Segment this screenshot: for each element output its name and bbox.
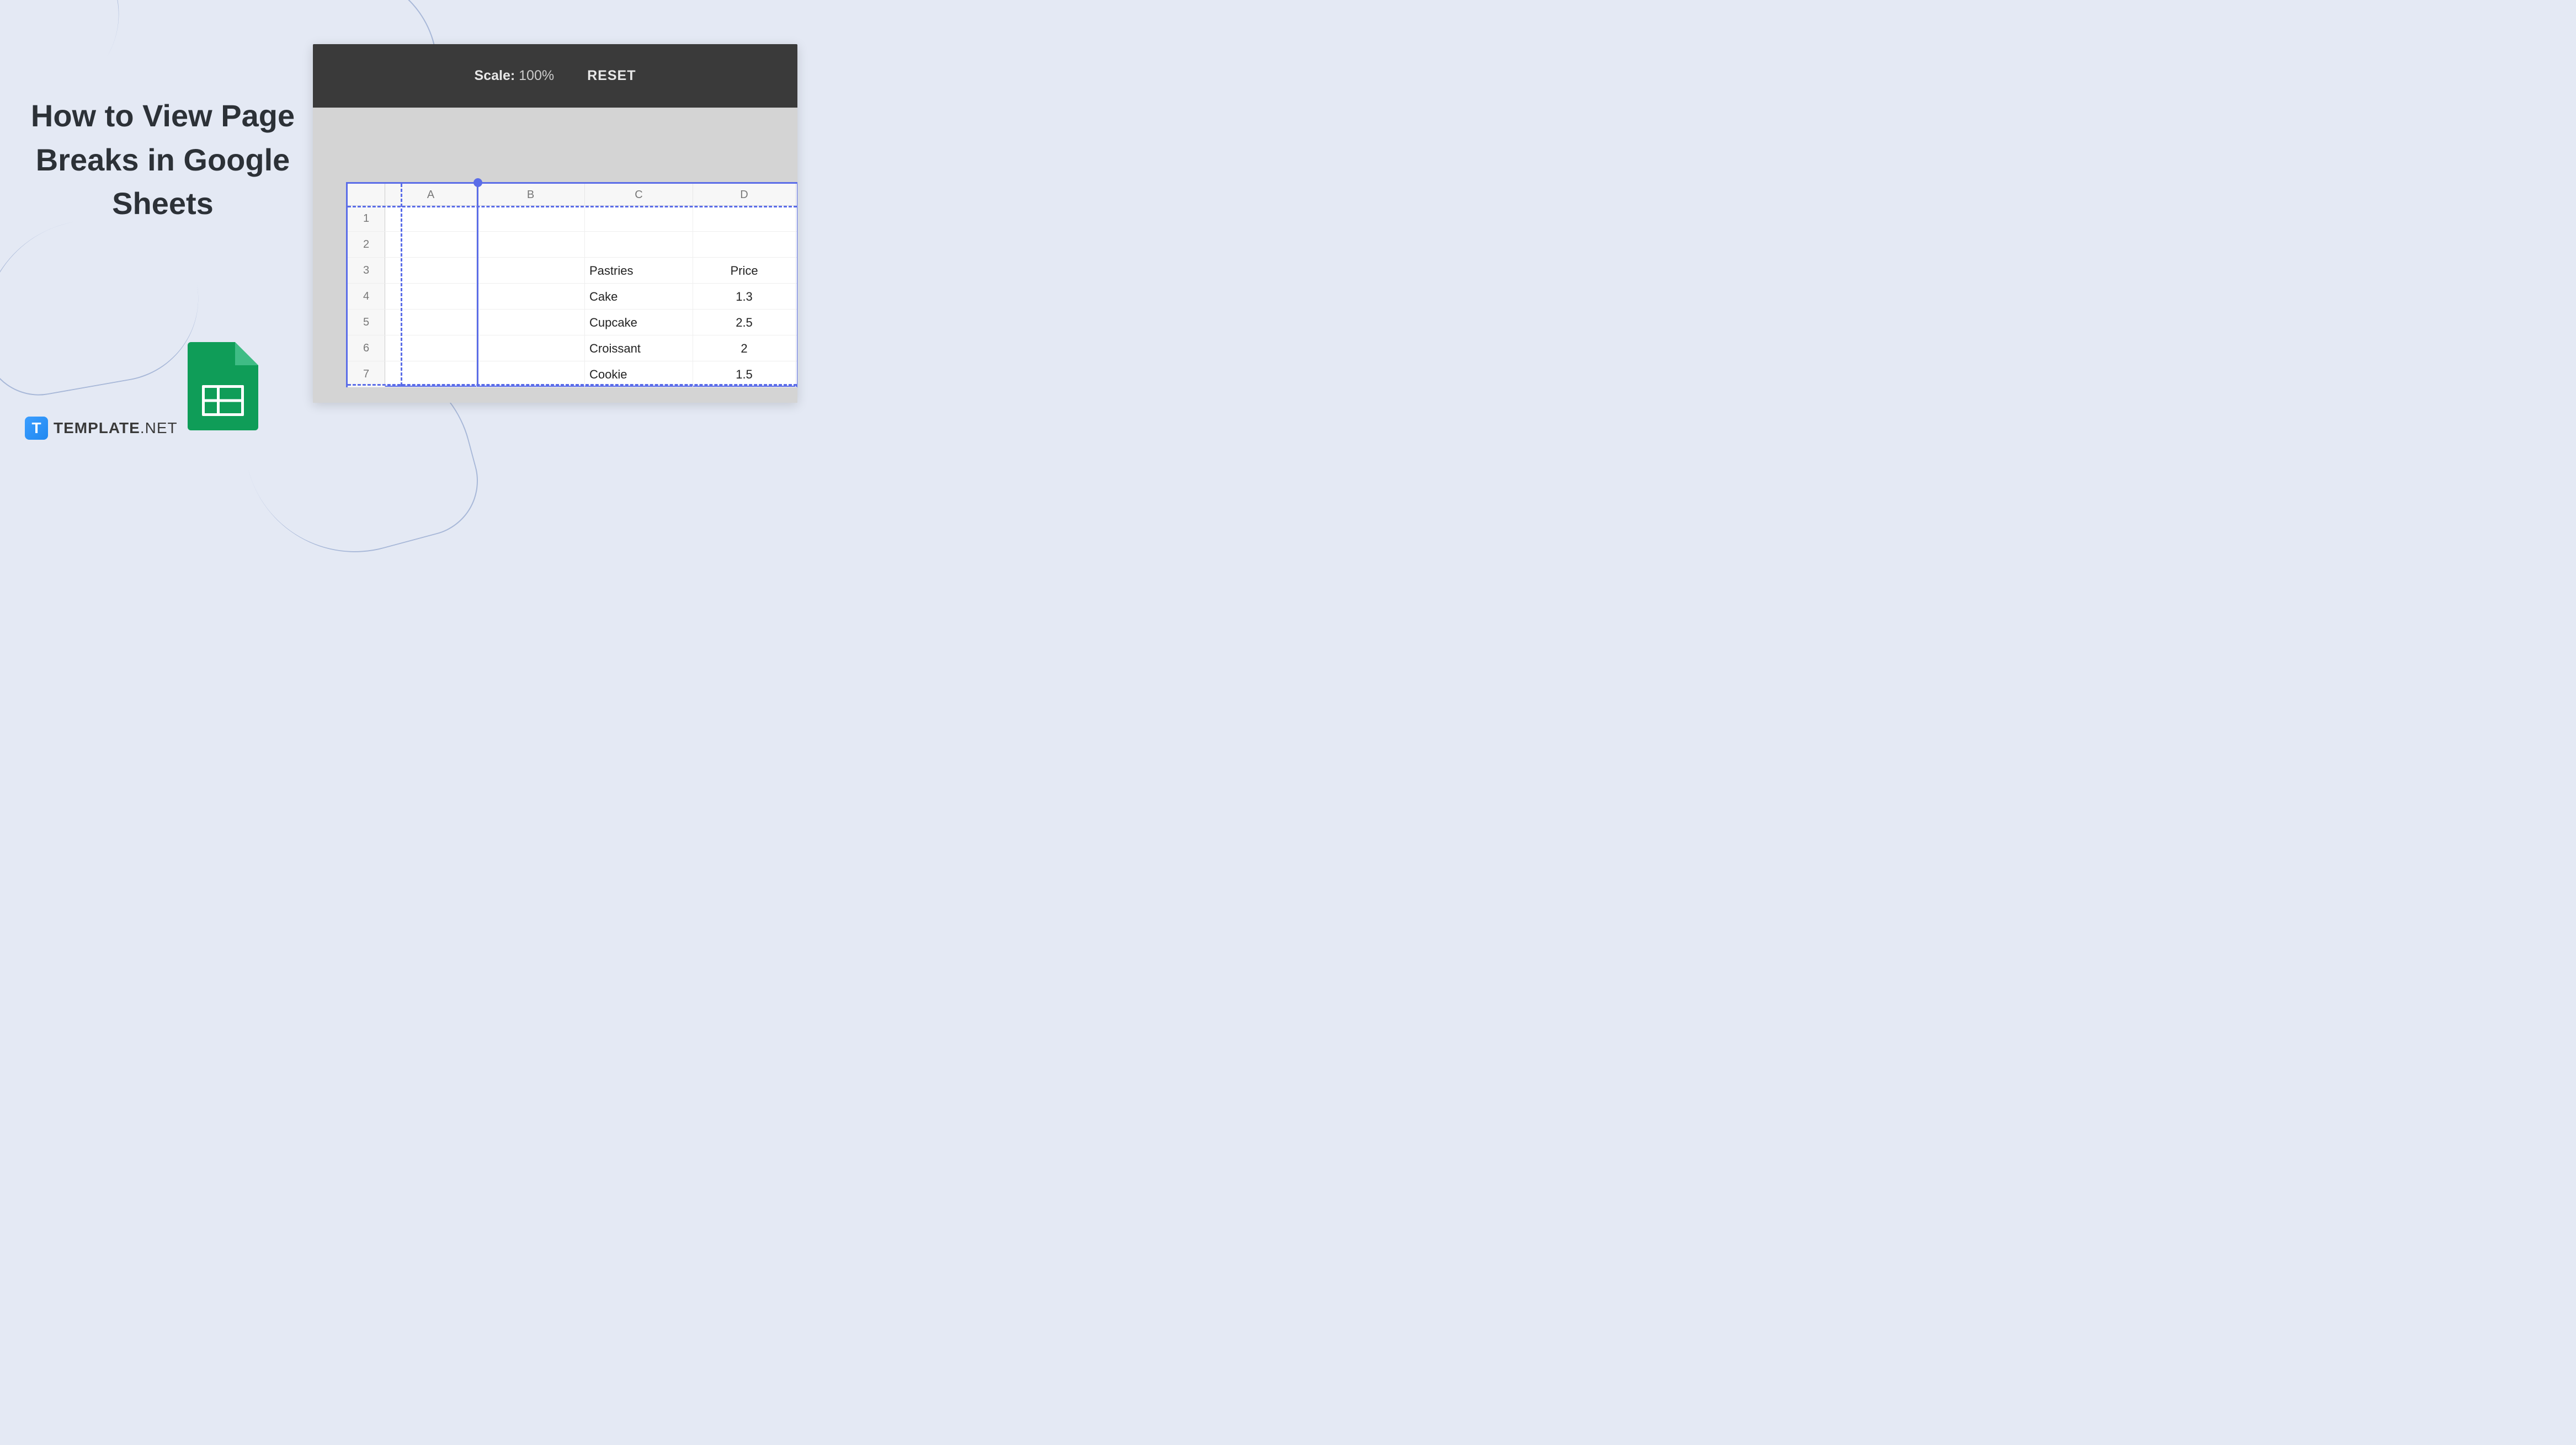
cell[interactable] [693,206,796,231]
cell[interactable] [477,335,585,361]
cell[interactable] [477,206,585,231]
table-row: 4 Cake 1.3 [348,284,797,310]
row-header-1[interactable]: 1 [348,206,385,231]
row-header-2[interactable]: 2 [348,232,385,257]
cell[interactable]: Cupcake [585,310,693,335]
column-header-a[interactable]: A [385,184,477,205]
cell[interactable] [385,310,477,335]
cell[interactable] [477,310,585,335]
logo-text: TEMPLATE.NET [54,419,178,437]
cell[interactable] [385,361,477,387]
cell[interactable] [385,258,477,283]
cell[interactable] [585,232,693,257]
corner-cell[interactable] [348,184,385,205]
cell[interactable] [477,232,585,257]
logo-icon: T [25,417,48,440]
cell[interactable] [477,361,585,387]
cell[interactable]: Price [693,258,796,283]
page-break-solid-vertical[interactable] [477,184,478,386]
cell[interactable]: Croissant [585,335,693,361]
scale-display: Scale: 100% [475,68,555,84]
page-break-dashed-horizontal-bottom [348,384,797,386]
cell[interactable]: 2 [693,335,796,361]
cell[interactable] [693,232,796,257]
cell[interactable] [385,206,477,231]
logo-main: TEMPLATE [54,419,140,436]
cell[interactable]: Cake [585,284,693,309]
page-title: How to View Page Breaks in Google Sheets [30,94,295,226]
row-header-6[interactable]: 6 [348,335,385,361]
rows-container: 1 2 3 Pastries [348,206,797,387]
cell[interactable]: 1.5 [693,361,796,387]
page-break-dashed-horizontal-top [348,206,797,207]
page-break-handle[interactable] [473,178,482,187]
decorative-line [0,203,211,404]
title-area: How to View Page Breaks in Google Sheets [30,94,295,226]
logo-suffix: .NET [140,419,178,436]
scale-value: 100% [519,68,554,83]
row-header-4[interactable]: 4 [348,284,385,309]
cell[interactable]: 2.5 [693,310,796,335]
table-row: 2 [348,232,797,258]
screenshot-panel: Scale: 100% RESET A B C D 1 [313,44,797,403]
template-net-logo: T TEMPLATE.NET [25,417,178,440]
spreadsheet[interactable]: A B C D 1 2 [346,182,797,387]
table-row: 7 Cookie 1.5 [348,361,797,387]
row-header-7[interactable]: 7 [348,361,385,387]
reset-button[interactable]: RESET [587,68,636,84]
google-sheets-icon [188,342,258,430]
table-row: 3 Pastries Price [348,258,797,284]
print-toolbar: Scale: 100% RESET [313,44,797,108]
logo-letter: T [31,419,41,437]
column-headers-row: A B C D [348,184,797,206]
table-row: 5 Cupcake 2.5 [348,310,797,335]
table-row: 6 Croissant 2 [348,335,797,361]
sheet-preview-area: A B C D 1 2 [313,108,797,403]
row-header-3[interactable]: 3 [348,258,385,283]
cell[interactable] [385,284,477,309]
cell[interactable]: 1.3 [693,284,796,309]
cell[interactable] [477,284,585,309]
column-header-d[interactable]: D [693,184,796,205]
cell[interactable] [385,232,477,257]
cell[interactable] [477,258,585,283]
table-row: 1 [348,206,797,232]
cell[interactable]: Cookie [585,361,693,387]
column-header-c[interactable]: C [585,184,693,205]
cell[interactable]: Pastries [585,258,693,283]
cell[interactable] [385,335,477,361]
scale-label: Scale: [475,68,515,83]
column-header-b[interactable]: B [477,184,585,205]
cell[interactable] [585,206,693,231]
page-break-dashed-vertical [401,184,402,386]
row-header-5[interactable]: 5 [348,310,385,335]
